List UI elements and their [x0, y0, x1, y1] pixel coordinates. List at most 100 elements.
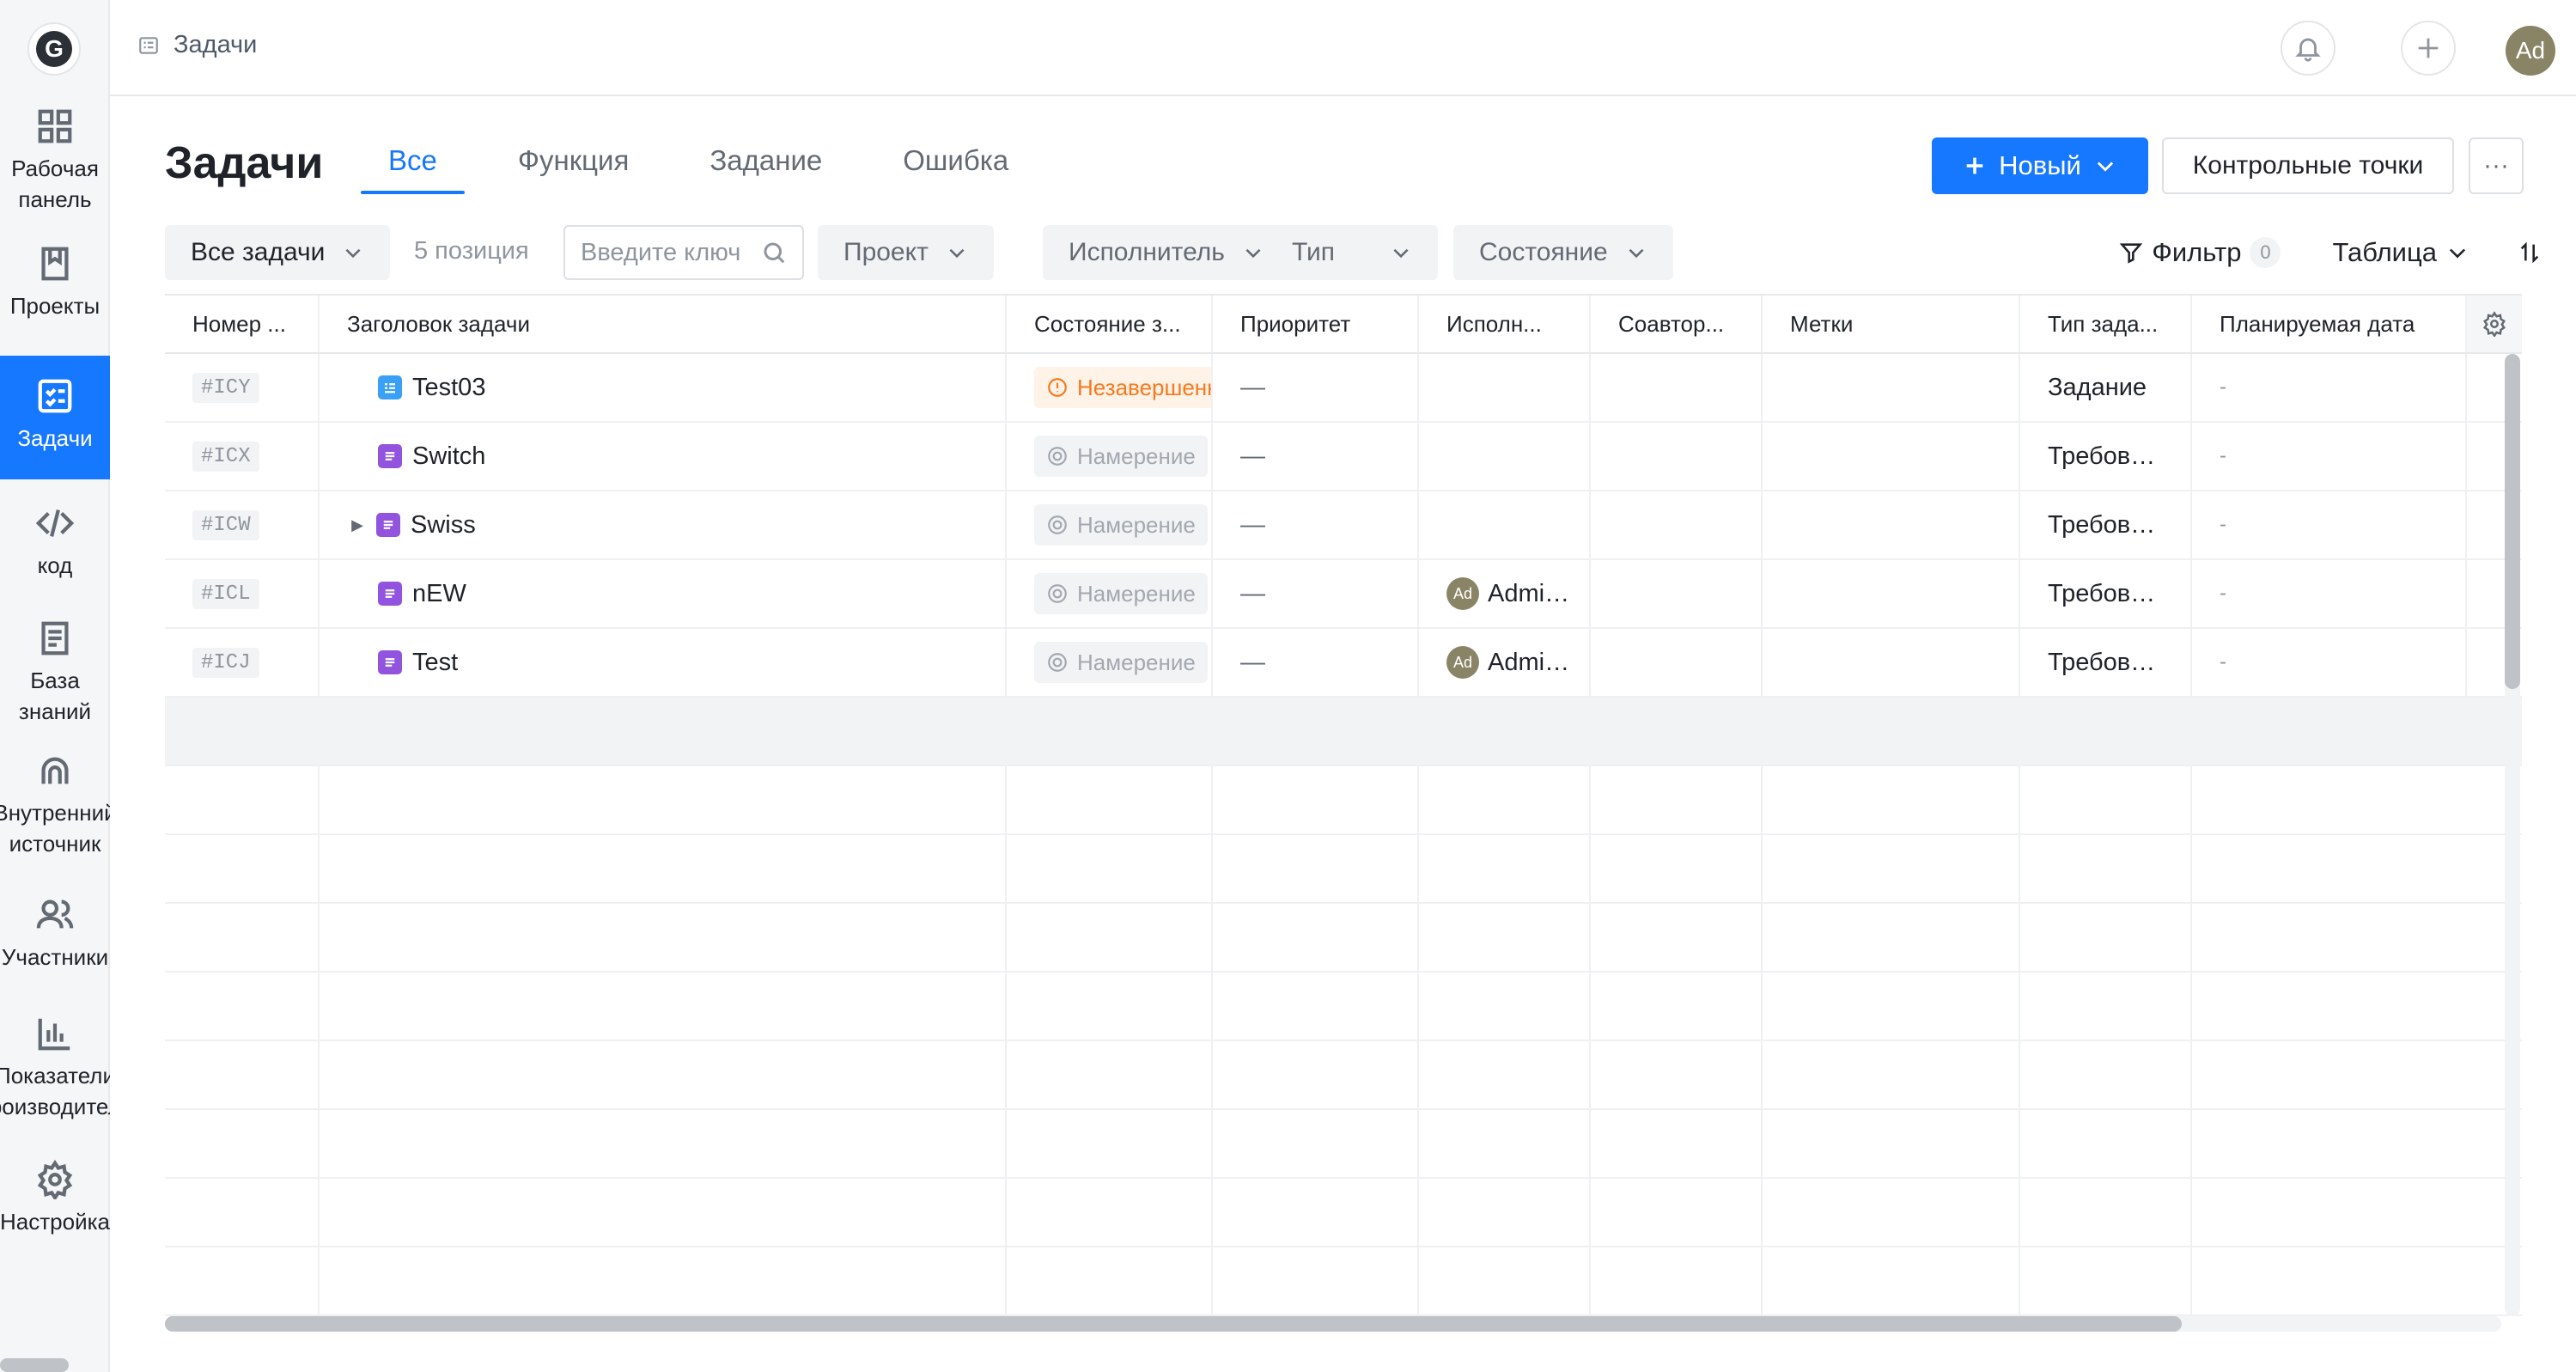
- status-badge[interactable]: Незавершенн: [1034, 367, 1213, 408]
- column-header-priority[interactable]: Приоритет: [1213, 296, 1419, 352]
- notifications-button[interactable]: [2281, 21, 2335, 76]
- status-badge[interactable]: Намерение: [1034, 573, 1208, 614]
- priority-value[interactable]: —: [1240, 511, 1265, 540]
- column-header-type[interactable]: Тип зада...: [2020, 296, 2192, 352]
- vertical-scrollbar-thumb[interactable]: [2505, 354, 2520, 689]
- priority-value[interactable]: —: [1240, 374, 1265, 402]
- assignee-cell[interactable]: [1419, 423, 1591, 490]
- tab-feature[interactable]: Функция: [490, 144, 656, 194]
- table-row[interactable]: #ICY Test03 Незавершенн — Задание -: [165, 354, 2522, 423]
- coauthor-cell[interactable]: [1591, 629, 1763, 696]
- column-header-coauthor[interactable]: Соавтор...: [1591, 296, 1763, 352]
- task-id[interactable]: #ICX: [192, 441, 259, 472]
- sidebar-item-tasks[interactable]: Задачи: [0, 356, 110, 479]
- priority-value[interactable]: —: [1240, 649, 1265, 677]
- more-button[interactable]: ···: [2469, 137, 2524, 194]
- create-button[interactable]: [2401, 21, 2456, 76]
- task-title[interactable]: Switch: [412, 442, 485, 471]
- priority-value[interactable]: —: [1240, 580, 1265, 608]
- sidebar-item-metrics[interactable]: Показатели производитель: [0, 1014, 110, 1134]
- status-label: Незавершенн: [1077, 374, 1213, 400]
- planned-date-value[interactable]: -: [2220, 513, 2226, 537]
- table-row[interactable]: #ICL nEW Намерение — Ad Admi… Требов… -: [165, 560, 2522, 629]
- empty-row: [165, 766, 2522, 835]
- checkpoints-button[interactable]: Контрольные точки: [2162, 137, 2454, 194]
- task-title[interactable]: Test03: [412, 374, 485, 402]
- task-id[interactable]: #ICW: [192, 509, 259, 540]
- planned-date-value[interactable]: -: [2220, 444, 2226, 468]
- table-row[interactable]: #ICX Switch Намерение — Требов… -: [165, 423, 2522, 491]
- labels-cell[interactable]: [1763, 491, 2020, 558]
- task-id[interactable]: #ICJ: [192, 647, 259, 678]
- coauthor-cell[interactable]: [1591, 423, 1763, 490]
- assignee-filter[interactable]: Исполнитель: [1043, 225, 1290, 280]
- coauthor-cell[interactable]: [1591, 491, 1763, 558]
- labels-cell[interactable]: [1763, 560, 2020, 627]
- empty-row[interactable]: [165, 698, 2522, 766]
- assignee[interactable]: Ad Admi…: [1446, 646, 1569, 679]
- task-title[interactable]: Swiss: [411, 511, 476, 540]
- sidebar-item-members[interactable]: Участники: [0, 895, 110, 998]
- status-badge[interactable]: Намерение: [1034, 436, 1208, 477]
- state-filter[interactable]: Состояние: [1453, 225, 1673, 280]
- column-header-number[interactable]: Номер ...: [165, 296, 320, 352]
- coauthor-cell[interactable]: [1591, 354, 1763, 421]
- task-id[interactable]: #ICL: [192, 578, 259, 609]
- column-header-status[interactable]: Состояние з...: [1007, 296, 1213, 352]
- filter-button[interactable]: Фильтр 0: [2119, 237, 2281, 268]
- expand-caret-icon[interactable]: ▶: [345, 516, 369, 534]
- sidebar-item-label: База знаний: [18, 668, 92, 724]
- column-header-assignee[interactable]: Исполн...: [1419, 296, 1591, 352]
- tab-task[interactable]: Задание: [682, 144, 850, 194]
- column-header-planned-date[interactable]: Планируемая дата: [2192, 296, 2467, 352]
- planned-date-value[interactable]: -: [2220, 650, 2226, 674]
- task-id[interactable]: #ICY: [192, 372, 259, 403]
- search-input[interactable]: [581, 238, 752, 267]
- labels-cell[interactable]: [1763, 423, 2020, 490]
- planned-date-value[interactable]: -: [2220, 582, 2226, 606]
- sidebar-item-projects[interactable]: Проекты: [0, 237, 110, 340]
- status-badge[interactable]: Намерение: [1034, 642, 1208, 683]
- search-box[interactable]: [563, 225, 804, 280]
- tab-all[interactable]: Все: [361, 144, 465, 194]
- project-filter[interactable]: Проект: [818, 225, 994, 280]
- table-row[interactable]: #ICJ Test Намерение — Ad Admi… Требов… -: [165, 629, 2522, 698]
- assignee-cell[interactable]: [1419, 354, 1591, 421]
- tab-bar: Все Функция Задание Ошибка: [361, 144, 1062, 194]
- sidebar-item-label: Рабочая панель: [11, 155, 99, 212]
- horizontal-scrollbar[interactable]: [165, 1316, 2501, 1332]
- tab-bug[interactable]: Ошибка: [875, 144, 1036, 194]
- avatar: Ad: [1446, 646, 1479, 679]
- task-title[interactable]: Test: [412, 649, 458, 677]
- labels-cell[interactable]: [1763, 354, 2020, 421]
- sidebar-scrollbar[interactable]: [0, 1358, 69, 1372]
- type-filter[interactable]: Тип: [1266, 225, 1438, 280]
- assignee-cell[interactable]: Ad Admi…: [1419, 560, 1591, 627]
- app-logo[interactable]: G: [27, 22, 81, 76]
- task-title[interactable]: nEW: [412, 580, 466, 608]
- assignee-cell[interactable]: [1419, 491, 1591, 558]
- column-header-labels[interactable]: Метки: [1763, 296, 2020, 352]
- labels-cell[interactable]: [1763, 629, 2020, 696]
- vertical-scrollbar[interactable]: [2505, 354, 2520, 1316]
- user-avatar[interactable]: Ad: [2506, 26, 2555, 76]
- all-tasks-dropdown[interactable]: Все задачи: [165, 225, 391, 280]
- assignee-cell[interactable]: Ad Admi…: [1419, 629, 1591, 696]
- column-settings-button[interactable]: [2467, 296, 2522, 352]
- view-dropdown[interactable]: Таблица: [2332, 237, 2469, 268]
- sidebar-item-knowledge[interactable]: База знаний: [0, 619, 110, 739]
- status-badge[interactable]: Намерение: [1034, 504, 1208, 546]
- sidebar-item-source[interactable]: Внутренний источник: [0, 751, 110, 871]
- sidebar-item-code[interactable]: код: [0, 503, 110, 598]
- coauthor-cell[interactable]: [1591, 560, 1763, 627]
- priority-value[interactable]: —: [1240, 442, 1265, 471]
- assignee[interactable]: Ad Admi…: [1446, 577, 1569, 610]
- sidebar-item-dashboard[interactable]: Рабочая панель: [0, 100, 110, 220]
- new-button[interactable]: Новый: [1932, 137, 2148, 194]
- sidebar-item-settings[interactable]: Настройка: [0, 1160, 110, 1254]
- horizontal-scrollbar-thumb[interactable]: [165, 1316, 2182, 1332]
- planned-date-value[interactable]: -: [2220, 375, 2226, 399]
- column-header-title[interactable]: Заголовок задачи: [320, 296, 1007, 352]
- table-row[interactable]: #ICW ▶ Swiss Намерение — Требов… -: [165, 491, 2522, 560]
- sort-button[interactable]: [2518, 241, 2542, 265]
